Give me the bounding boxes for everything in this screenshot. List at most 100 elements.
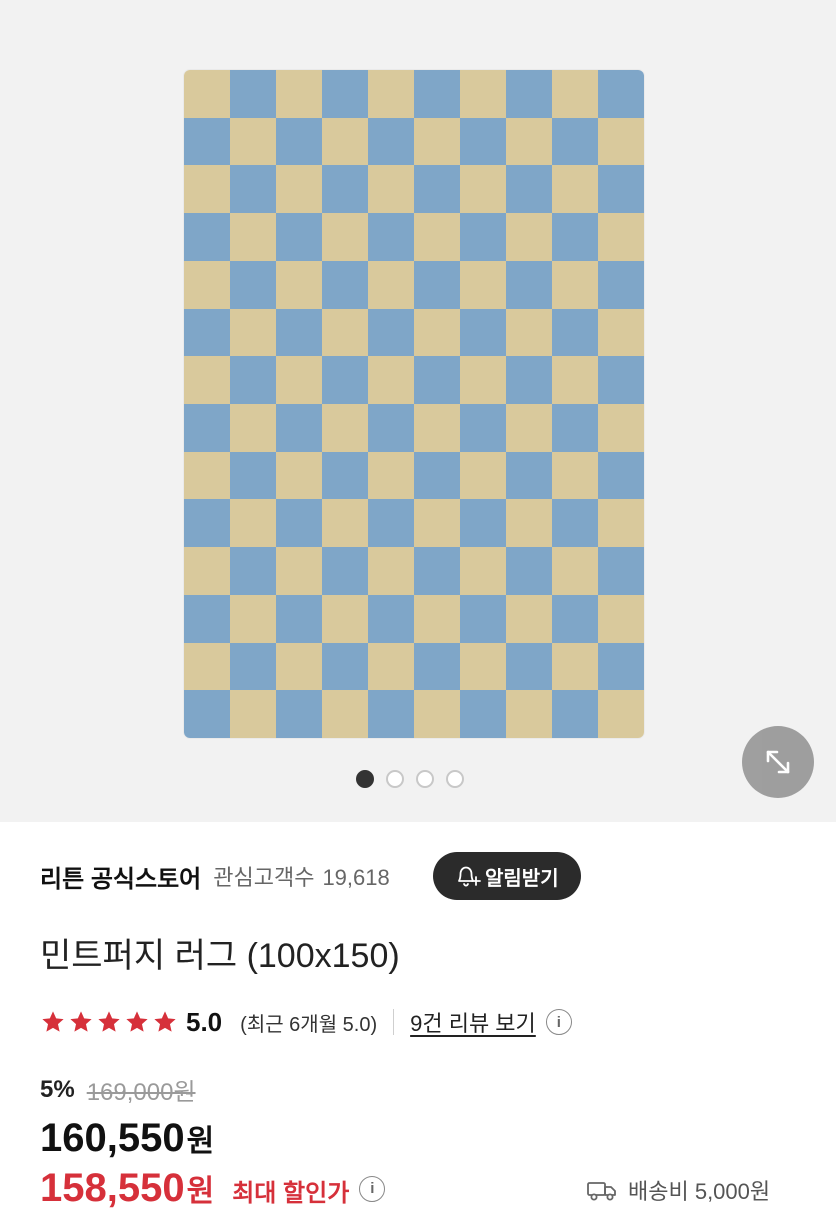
alarm-button[interactable]: 알림받기 — [433, 852, 581, 900]
rug-square — [506, 70, 552, 118]
rug-square — [368, 690, 414, 738]
rug-square — [322, 117, 368, 166]
rug-square — [552, 499, 598, 548]
pagination-dot[interactable] — [416, 770, 434, 788]
rug-square — [322, 499, 368, 548]
rug-square — [322, 356, 368, 404]
rug-square — [230, 642, 276, 691]
rug-square — [368, 260, 414, 309]
rug-square — [460, 594, 506, 643]
rug-square — [460, 260, 506, 309]
rug-square — [322, 642, 368, 691]
rug-square — [368, 594, 414, 643]
pagination-dot[interactable] — [386, 770, 404, 788]
rug-square — [460, 308, 506, 357]
rug-square — [184, 404, 230, 452]
max-discount-info-icon[interactable]: i — [359, 1175, 386, 1202]
rug-square — [460, 404, 506, 452]
rug-square — [414, 547, 460, 595]
expand-arrows-icon — [766, 750, 790, 774]
product-gallery — [0, 0, 836, 822]
rug-square — [460, 356, 506, 404]
rug-square — [460, 690, 506, 738]
rug-square — [368, 547, 414, 595]
rating-stars — [40, 1009, 178, 1035]
rug-square — [184, 308, 230, 357]
gallery-pagination — [356, 770, 464, 788]
rug-square — [184, 451, 230, 500]
rug-square — [230, 308, 276, 357]
rug-square — [368, 404, 414, 452]
rug-square — [598, 260, 644, 309]
max-discount-row: 158,550 원 최대 할인가 i — [40, 1166, 386, 1211]
rug-square — [460, 499, 506, 548]
max-discount-label: 최대 할인가 — [232, 1180, 350, 1207]
rug-square — [322, 547, 368, 595]
rating-value: 5.0 — [186, 1006, 223, 1037]
rug-square — [414, 499, 460, 548]
rug-square — [552, 690, 598, 738]
star-icon — [70, 1011, 92, 1032]
zoom-button[interactable] — [742, 726, 814, 798]
rug-square — [414, 70, 460, 118]
rug-square — [414, 165, 460, 214]
rug-square — [414, 451, 460, 500]
review-link[interactable]: 9건 리뷰 보기 — [410, 1006, 536, 1038]
pagination-dot[interactable] — [446, 770, 464, 788]
rug-square — [368, 356, 414, 404]
price-row: 160,550 원 — [40, 1116, 214, 1161]
rug-square — [322, 594, 368, 643]
divider — [393, 1009, 395, 1035]
rug-square — [552, 404, 598, 452]
pagination-dot[interactable] — [356, 770, 374, 788]
info-icon[interactable]: i — [545, 1009, 572, 1035]
rug-square — [552, 117, 598, 166]
discount-rate: 5% — [40, 1075, 75, 1103]
rug-square — [322, 165, 368, 214]
rug-square — [598, 404, 644, 452]
rug-square — [506, 499, 552, 548]
rug-square — [368, 213, 414, 261]
rug-square — [414, 213, 460, 261]
rug-square — [368, 165, 414, 214]
rug-square — [276, 165, 322, 214]
followers-info: 관심고객수 19,618 — [213, 860, 390, 892]
rug-square — [184, 260, 230, 309]
rug-square — [276, 260, 322, 309]
rug-square — [506, 213, 552, 261]
rug-square — [276, 594, 322, 643]
followers-count: 19,618 — [322, 865, 390, 890]
rug-square — [460, 547, 506, 595]
rug-square — [598, 70, 644, 118]
rug-square — [368, 451, 414, 500]
rug-square — [276, 451, 322, 500]
product-image[interactable] — [184, 70, 644, 738]
rug-square — [276, 499, 322, 548]
rug-square — [598, 117, 644, 166]
rug-square — [230, 260, 276, 309]
rug-square — [552, 547, 598, 595]
rug-square — [276, 70, 322, 118]
rug-square — [552, 308, 598, 357]
rug-square — [414, 308, 460, 357]
rug-square — [460, 117, 506, 166]
discount-row: 5% 169,000원 — [40, 1072, 196, 1107]
rug-square — [368, 308, 414, 357]
rug-square — [184, 165, 230, 214]
store-name[interactable]: 리튼 공식스토어 — [40, 859, 201, 894]
rug-square — [598, 594, 644, 643]
rug-square — [368, 642, 414, 691]
star-icon — [154, 1011, 176, 1032]
recent-rating: (최근 6개월 5.0) — [240, 1013, 378, 1036]
rug-square — [598, 451, 644, 500]
rug-square — [506, 404, 552, 452]
alarm-button-label: 알림받기 — [485, 867, 559, 890]
rug-square — [414, 594, 460, 643]
rug-square — [230, 499, 276, 548]
rug-square — [506, 165, 552, 214]
rug-square — [276, 356, 322, 404]
shipping-fee: 배송비 5,000원 — [628, 1179, 771, 1204]
rug-square — [598, 308, 644, 357]
rug-square — [506, 594, 552, 643]
rug-square — [276, 308, 322, 357]
